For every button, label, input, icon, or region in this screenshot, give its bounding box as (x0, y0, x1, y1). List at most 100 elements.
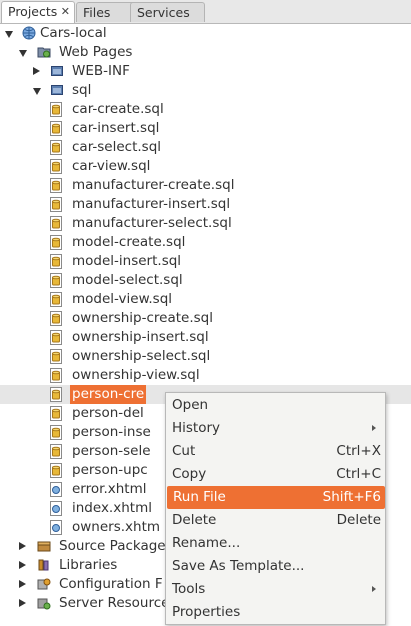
tree-node-label: ownership-create.sql (72, 310, 213, 326)
tree-node[interactable]: ownership-view.sql (0, 366, 411, 385)
tree-node-label: Source Package (59, 538, 166, 554)
menu-item[interactable]: Cut Ctrl+X (166, 440, 385, 463)
tree-node[interactable]: ownership-insert.sql (0, 328, 411, 347)
tree-node-label: ownership-insert.sql (72, 329, 209, 345)
web-folder-icon (37, 45, 51, 60)
tab-files[interactable]: Files (76, 2, 136, 22)
tree-node-label: WEB-INF (72, 63, 130, 79)
collapsed-toggle-icon[interactable] (19, 542, 26, 550)
tree-node-label: owners.xhtm (72, 519, 161, 535)
library-icon (37, 558, 51, 573)
tree-node-label: Web Pages (59, 44, 133, 60)
tree-node[interactable]: manufacturer-insert.sql (0, 195, 411, 214)
collapsed-toggle-icon[interactable] (19, 599, 26, 607)
menu-item[interactable]: Rename... (166, 532, 385, 555)
tree-node[interactable]: car-select.sql (0, 138, 411, 157)
menu-item[interactable]: Tools (166, 578, 385, 601)
sql-file-icon (50, 444, 64, 459)
folder-icon (50, 83, 64, 98)
context-menu: Open History Cut Ctrl+X Copy Ctrl+C Run File Sh… (165, 392, 386, 625)
sql-file-icon (50, 311, 64, 326)
sql-file-icon (50, 292, 64, 307)
sql-file-icon (50, 368, 64, 383)
tree-node-label: car-select.sql (72, 139, 162, 155)
expanded-toggle-icon[interactable] (33, 88, 41, 95)
sql-file-icon (50, 463, 64, 478)
tree-node-label: car-view.sql (72, 158, 151, 174)
submenu-arrow-icon (372, 425, 376, 431)
config-icon (37, 577, 51, 592)
tree-node-label: person-cre (70, 385, 147, 404)
menu-item-label: Open (172, 397, 209, 413)
tree-node[interactable]: WEB-INF (0, 62, 411, 81)
sql-file-icon (50, 102, 64, 117)
expanded-toggle-icon[interactable] (5, 31, 13, 38)
menu-item-shortcut: Shift+F6 (322, 489, 381, 505)
sql-file-icon (50, 330, 64, 345)
tree-node[interactable]: model-insert.sql (0, 252, 411, 271)
tree-node[interactable]: model-create.sql (0, 233, 411, 252)
tree-node-label: person-upc (72, 462, 148, 478)
sql-file-icon (50, 121, 64, 136)
tree-node[interactable]: ownership-select.sql (0, 347, 411, 366)
menu-item-label: Copy (172, 466, 207, 482)
sql-file-icon (50, 159, 64, 174)
server-icon (37, 596, 51, 611)
sql-file-icon (50, 273, 64, 288)
xhtml-file-icon (50, 501, 64, 516)
tree-node[interactable]: manufacturer-select.sql (0, 214, 411, 233)
tab-label: Files (83, 5, 111, 20)
menu-item-label: Tools (172, 581, 206, 597)
sql-file-icon (50, 387, 64, 402)
tree-node[interactable]: model-view.sql (0, 290, 411, 309)
tab-bar: Projects ✕ Files Services (0, 0, 411, 24)
menu-item[interactable]: Save As Template... (166, 555, 385, 578)
tree-node-label: person-del (72, 405, 144, 421)
sql-file-icon (50, 425, 64, 440)
tree-node[interactable]: model-select.sql (0, 271, 411, 290)
menu-item[interactable]: History (166, 417, 385, 440)
tree-node[interactable]: Cars-local (0, 24, 411, 43)
tab-label: Projects (8, 4, 58, 19)
tree-node-label: car-insert.sql (72, 120, 160, 136)
menu-item[interactable]: Delete Delete (166, 509, 385, 532)
menu-item-label: Rename... (172, 535, 241, 551)
tab-projects[interactable]: Projects ✕ (1, 1, 75, 23)
tree-node[interactable]: manufacturer-create.sql (0, 176, 411, 195)
menu-item[interactable]: Properties (166, 601, 385, 624)
collapsed-toggle-icon[interactable] (19, 580, 26, 588)
expanded-toggle-icon[interactable] (19, 50, 27, 57)
sql-file-icon (50, 406, 64, 421)
collapsed-toggle-icon[interactable] (33, 67, 40, 75)
globe-icon (22, 26, 36, 41)
menu-item-label: History (172, 420, 221, 436)
sql-file-icon (50, 235, 64, 250)
menu-item-label: Run File (173, 489, 226, 505)
tree-node-label: sql (72, 82, 92, 98)
collapsed-toggle-icon[interactable] (19, 561, 26, 569)
tree-node[interactable]: ownership-create.sql (0, 309, 411, 328)
tree-node-label: model-create.sql (72, 234, 186, 250)
tree-node-label: manufacturer-create.sql (72, 177, 235, 193)
tree-node[interactable]: car-view.sql (0, 157, 411, 176)
menu-item-label: Save As Template... (172, 558, 305, 574)
tree-node[interactable]: car-create.sql (0, 100, 411, 119)
sql-file-icon (50, 254, 64, 269)
sql-file-icon (50, 178, 64, 193)
sql-file-icon (50, 140, 64, 155)
tree-node[interactable]: sql (0, 81, 411, 100)
menu-item[interactable]: Run File Shift+F6 (167, 486, 385, 509)
tree-node-label: Cars-local (40, 25, 107, 41)
menu-item[interactable]: Copy Ctrl+C (166, 463, 385, 486)
tree-node[interactable]: car-insert.sql (0, 119, 411, 138)
tree-node[interactable]: Web Pages (0, 43, 411, 62)
tree-node-label: manufacturer-insert.sql (72, 196, 231, 212)
xhtml-file-icon (50, 520, 64, 535)
close-icon[interactable]: ✕ (61, 2, 70, 22)
tree-node-label: model-view.sql (72, 291, 173, 307)
menu-item-shortcut: Ctrl+C (336, 466, 381, 482)
tree-node-label: model-insert.sql (72, 253, 182, 269)
tree-node-label: Configuration F (59, 576, 163, 592)
tab-services[interactable]: Services (130, 2, 205, 22)
menu-item[interactable]: Open (166, 394, 385, 417)
